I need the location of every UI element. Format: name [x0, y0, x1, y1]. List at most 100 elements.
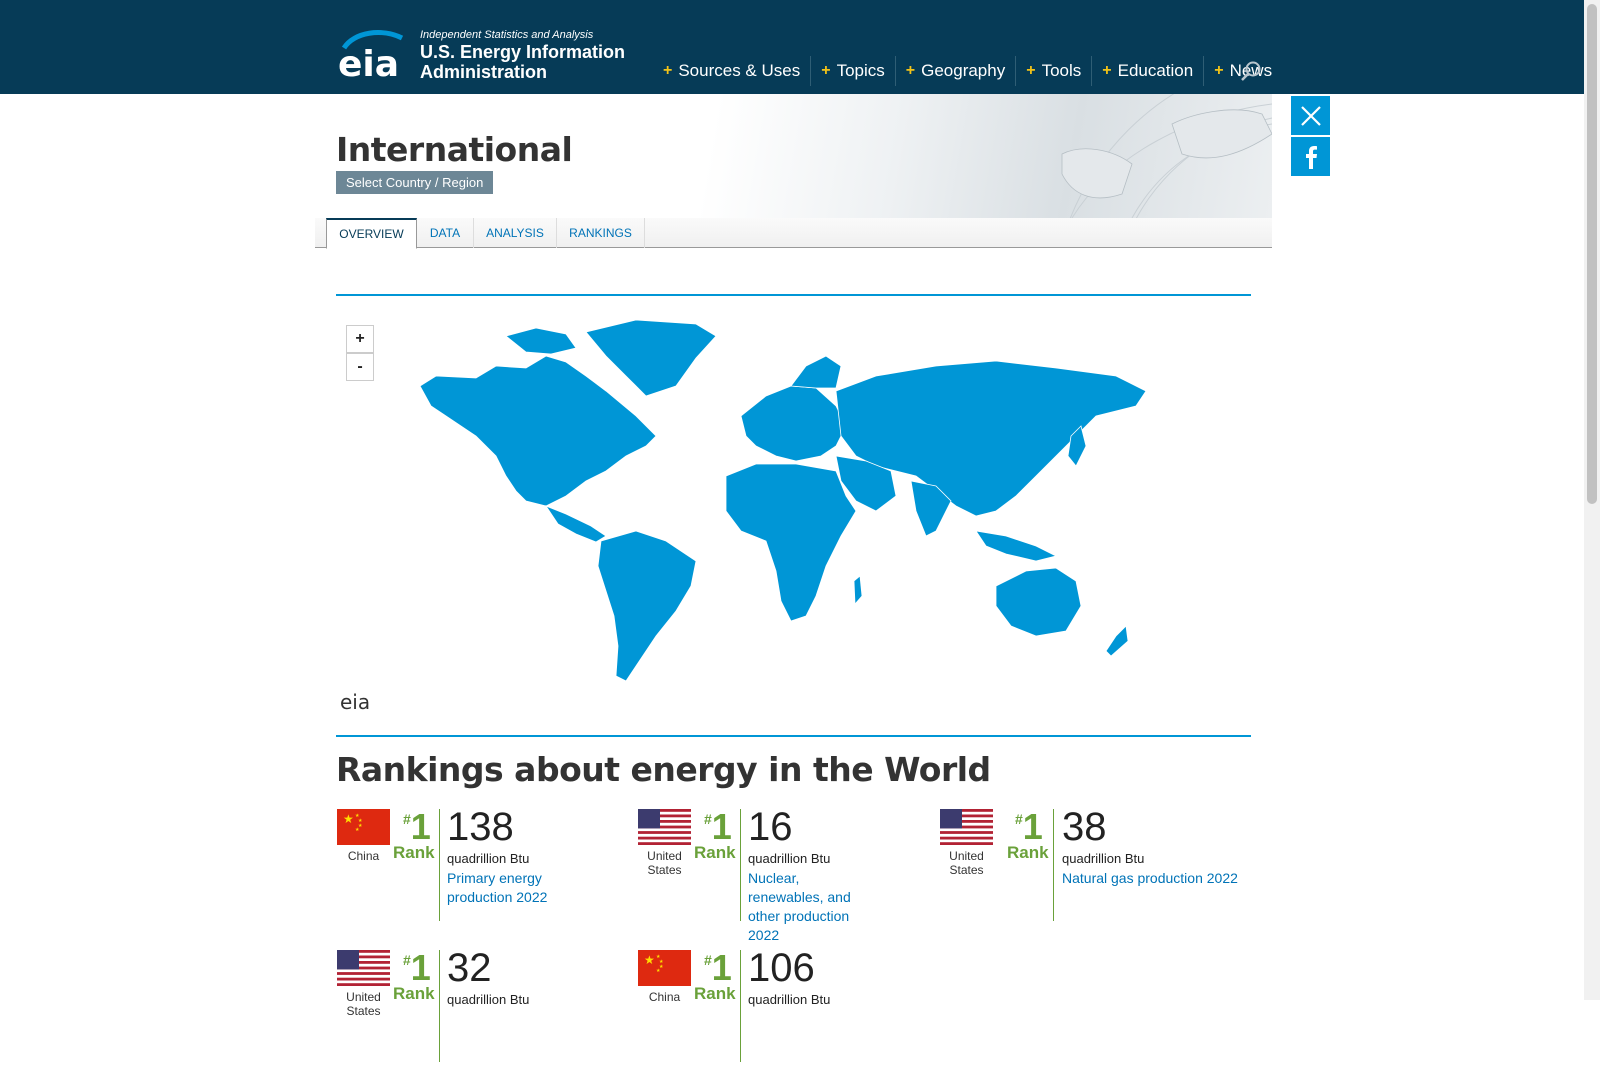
ranking-card: United States #1 Rank 38 quadrillion Btu…: [940, 805, 1242, 924]
eia-logo-icon[interactable]: eia: [336, 26, 408, 82]
ranking-card: ★ ★ ★ ★ ★ China #1 Rank 106 quadrillion Bt…: [638, 946, 938, 1065]
map-zoom-out-button[interactable]: -: [346, 353, 374, 381]
svg-text:★: ★: [355, 827, 360, 833]
card-divider: [1053, 809, 1054, 921]
ranking-card: ★ ★ ★ ★ ★ China #1 Rank 138 quadrillion Bt…: [337, 805, 637, 924]
country-name: United States: [949, 849, 984, 877]
svg-text:★: ★: [656, 968, 661, 974]
ranking-unit: quadrillion Btu: [748, 851, 831, 866]
x-twitter-icon: [1300, 105, 1321, 126]
ranking-description-link[interactable]: Nuclear, renewables, and other productio…: [748, 869, 878, 945]
globe-banner-image: [592, 94, 1272, 218]
rank-label: Rank: [393, 984, 435, 1003]
svg-text:eia: eia: [338, 44, 399, 82]
world-map-svg[interactable]: [336, 296, 1251, 736]
card-divider: [740, 809, 741, 921]
map-region-europe: [740, 385, 847, 462]
map-region-new-zealand: [1105, 625, 1129, 657]
rank-number: #1: [403, 947, 431, 988]
rankings-title: Rankings about energy in the World: [336, 750, 991, 789]
nav-item-education[interactable]: + Education: [1092, 56, 1205, 86]
site-tagline: Independent Statistics and Analysis: [420, 29, 594, 41]
facebook-icon: [1305, 145, 1317, 169]
x-twitter-share-button[interactable]: [1291, 96, 1330, 135]
rank-label: Rank: [393, 843, 435, 862]
country-name: United States: [647, 849, 682, 877]
china-flag-icon: ★ ★★ ★★: [638, 950, 691, 986]
map-region-australia: [995, 567, 1082, 637]
tab-data[interactable]: DATA: [417, 218, 474, 248]
country-name: China: [347, 849, 380, 863]
ranking-value: 138: [447, 805, 514, 849]
svg-text:★: ★: [343, 812, 354, 826]
card-divider: [740, 950, 741, 1062]
ranking-value: 106: [748, 946, 815, 990]
nav-label: Geography: [921, 61, 1006, 80]
map-region-africa: [725, 463, 857, 622]
tab-analysis[interactable]: ANALYSIS: [474, 218, 557, 248]
svg-text:★: ★: [644, 953, 655, 967]
nav-label: Topics: [836, 61, 885, 80]
rank-number: #1: [1015, 806, 1043, 847]
plus-icon: +: [1026, 62, 1036, 79]
ranking-value: 38: [1062, 805, 1107, 849]
usa-flag-icon: [638, 809, 691, 845]
map-bottom-divider: [336, 735, 1251, 737]
site-org-name[interactable]: U.S. Energy Information Administration: [420, 42, 640, 82]
map-region-north-america: [419, 355, 657, 507]
usa-flag-icon: [940, 809, 993, 845]
page-scrollbar[interactable]: [1584, 0, 1600, 1000]
map-region-central-america: [544, 505, 607, 543]
ranking-value: 32: [447, 946, 492, 990]
site-header: eia Independent Statistics and Analysis …: [0, 0, 1584, 94]
plus-icon: +: [1102, 62, 1112, 79]
nav-item-topics[interactable]: + Topics: [811, 56, 896, 86]
map-zoom-in-button[interactable]: +: [346, 325, 374, 353]
map-region-greenland: [585, 319, 717, 397]
plus-icon: +: [663, 62, 673, 79]
nav-item-sources-uses[interactable]: + Sources & Uses: [653, 56, 812, 86]
card-divider: [439, 809, 440, 921]
country-name: United States: [346, 990, 381, 1018]
card-divider: [439, 950, 440, 1062]
plus-icon: +: [821, 62, 831, 79]
tab-overview[interactable]: OVERVIEW: [326, 218, 417, 249]
plus-icon: +: [1214, 62, 1224, 79]
ranking-unit: quadrillion Btu: [1062, 851, 1145, 866]
world-map[interactable]: [336, 296, 1251, 736]
usa-flag-icon: [337, 950, 390, 986]
map-region-arctic-islands: [505, 327, 577, 355]
facebook-share-button[interactable]: [1291, 137, 1330, 176]
plus-icon: +: [905, 62, 916, 79]
nav-item-tools[interactable]: + Tools: [1016, 56, 1093, 86]
rank-number: #1: [403, 806, 431, 847]
ranking-card: United States #1 Rank 32 quadrillion Btu: [337, 946, 637, 1065]
globe-illustration: [1061, 94, 1272, 218]
map-region-madagascar: [853, 575, 863, 606]
scrollbar-thumb[interactable]: [1587, 4, 1597, 504]
rank-label: Rank: [1007, 843, 1049, 862]
ranking-value: 16: [748, 805, 793, 849]
rank-number: #1: [704, 806, 732, 847]
search-icon[interactable]: [1240, 60, 1262, 82]
map-region-scandinavia: [790, 355, 842, 389]
map-eia-watermark: eia: [340, 690, 371, 714]
main-nav: + Sources & Uses + Topics + Geography + Tool…: [653, 56, 1282, 86]
nav-item-geography[interactable]: + Geography: [896, 56, 1017, 86]
tab-bar: OVERVIEW DATA ANALYSIS RANKINGS: [315, 218, 1272, 249]
map-region-southeast-asia: [975, 530, 1058, 562]
nav-label: Sources & Uses: [678, 61, 801, 80]
tab-rankings[interactable]: RANKINGS: [557, 218, 645, 248]
page-title: International: [336, 130, 573, 169]
ranking-description-link[interactable]: Primary energy production 2022: [447, 869, 577, 907]
rank-label: Rank: [694, 843, 736, 862]
map-region-south-america: [597, 530, 697, 682]
ranking-unit: quadrillion Btu: [447, 851, 530, 866]
rank-number: #1: [704, 947, 732, 988]
country-name: China: [648, 990, 681, 1004]
select-country-region-button[interactable]: Select Country / Region: [336, 171, 494, 194]
ranking-card: United States #1 Rank 16 quadrillion Btu…: [638, 805, 938, 943]
ranking-description-link[interactable]: Natural gas production 2022: [1062, 869, 1242, 888]
rank-label: Rank: [694, 984, 736, 1003]
china-flag-icon: ★ ★★ ★★: [337, 809, 390, 845]
